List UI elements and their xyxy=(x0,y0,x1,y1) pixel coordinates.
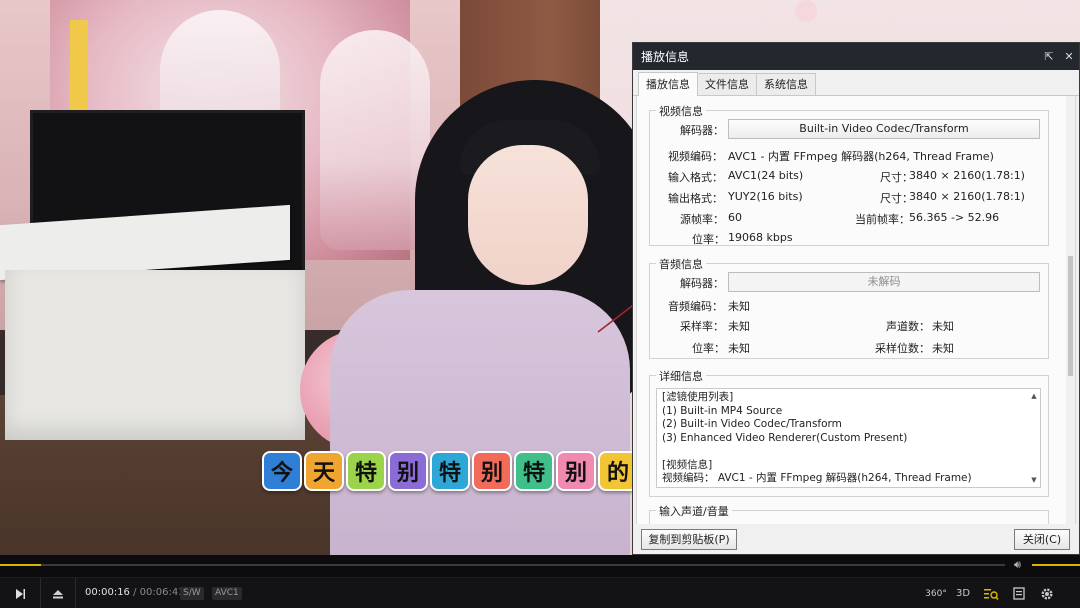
scroll-up-icon[interactable]: ▲ xyxy=(1029,390,1039,404)
tab-system-info[interactable]: 系统信息 xyxy=(756,73,816,95)
tab-playback-info[interactable]: 播放信息 xyxy=(638,72,698,96)
detail-line: [视频信息] xyxy=(662,458,713,471)
subtitle-char: 天 xyxy=(304,451,344,491)
video-info-title: 视频信息 xyxy=(656,103,706,119)
detail-scrollbar[interactable]: ▲ ▼ xyxy=(1029,390,1039,486)
panel-tabs: 播放信息 文件信息 系统信息 xyxy=(633,70,1079,96)
close-button[interactable]: 关闭(C) xyxy=(1014,529,1070,550)
time-separator: / xyxy=(133,587,137,598)
detail-line: (1) Built-in MP4 Source xyxy=(662,404,783,417)
video-codec-label: 视频编码： xyxy=(668,150,723,163)
audio-info-group: 音频信息 解码器： 未解码 音频编码： 未知 采样率： 未知 声道数： 未知 位… xyxy=(649,256,1049,359)
subtitle-char: 特 xyxy=(430,451,470,491)
source-fps-label: 源帧率： xyxy=(680,213,724,226)
channels-label: 声道数： xyxy=(886,320,930,333)
panel-titlebar[interactable]: 播放信息 ⇱ ✕ xyxy=(633,43,1079,70)
output-format-value: YUY2(16 bits) xyxy=(728,190,803,203)
audio-bitrate-label: 位率： xyxy=(692,342,725,355)
playlist-button[interactable] xyxy=(1006,578,1032,608)
input-size-value: 3840 × 2160(1.78:1) xyxy=(909,169,1025,182)
panel-content: 视频信息 解码器： Built-in Video Codec/Transform… xyxy=(636,96,1076,526)
copy-to-clipboard-button[interactable]: 复制到剪贴板(P) xyxy=(641,529,737,550)
audio-info-title: 音频信息 xyxy=(656,256,706,272)
scroll-down-icon[interactable]: ▼ xyxy=(1029,474,1039,488)
video-decoder-button[interactable]: Built-in Video Codec/Transform xyxy=(728,119,1040,139)
subtitle-char: 别 xyxy=(472,451,512,491)
output-format-label: 输出格式： xyxy=(668,192,723,205)
sample-rate-label: 采样率： xyxy=(680,320,724,333)
tab-file-info[interactable]: 文件信息 xyxy=(697,73,757,95)
subtitle-char: 特 xyxy=(346,451,386,491)
gear-icon xyxy=(1041,587,1053,600)
detail-line: (3) Enhanced Video Renderer(Custom Prese… xyxy=(662,431,908,444)
audio-decoder-button: 未解码 xyxy=(728,272,1040,292)
settings-button[interactable] xyxy=(1034,578,1060,608)
play-icon xyxy=(16,588,25,599)
360-label: 360° xyxy=(925,588,947,599)
seek-bar[interactable] xyxy=(0,564,1005,566)
seek-progress xyxy=(0,564,42,566)
person-face xyxy=(468,145,588,285)
audio-bitrate-value: 未知 xyxy=(728,342,750,355)
video-bitrate-value: 19068 kbps xyxy=(728,231,793,244)
subtitle-char: 别 xyxy=(388,451,428,491)
video-codec-value: AVC1 - 内置 FFmpeg 解码器(h264, Thread Frame) xyxy=(728,150,994,163)
detail-info-title: 详细信息 xyxy=(656,368,706,384)
panel-scrollbar[interactable] xyxy=(1066,96,1075,526)
subtitle: 今天特别特别特别的 xyxy=(262,451,638,493)
sample-rate-value: 未知 xyxy=(728,320,750,333)
detail-text-area[interactable]: [滤镜使用列表] (1) Built-in MP4 Source (2) Bui… xyxy=(656,388,1041,488)
vr-360-button[interactable]: 360° xyxy=(922,578,950,608)
output-size-value: 3840 × 2160(1.78:1) xyxy=(909,190,1025,203)
audio-decoder-label: 解码器： xyxy=(680,277,724,290)
video-decoder-label: 解码器： xyxy=(680,124,724,137)
volume-icon[interactable]: 🔊︎ xyxy=(1014,558,1021,572)
input-format-value: AVC1(24 bits) xyxy=(728,169,804,182)
current-time: 00:00:16 xyxy=(85,587,130,598)
total-time: 00:06:43 xyxy=(139,587,185,598)
audio-codec-label: 音频编码： xyxy=(668,300,723,313)
person-sweater xyxy=(330,290,630,555)
channels-value: 未知 xyxy=(932,320,954,333)
video-bitrate-label: 位率： xyxy=(692,233,725,246)
info-search-icon xyxy=(984,588,999,600)
playlist-icon xyxy=(1013,587,1025,600)
bit-depth-label: 采样位数： xyxy=(875,342,930,355)
detail-line: [滤镜使用列表] xyxy=(662,391,734,403)
decode-mode-tag[interactable]: S/W xyxy=(180,587,204,600)
current-fps-value: 56.365 -> 52.96 xyxy=(909,211,1000,224)
3d-button[interactable]: 3D xyxy=(951,578,975,608)
audio-codec-value: 未知 xyxy=(728,300,750,313)
volume-slider[interactable] xyxy=(1032,564,1080,566)
3d-label: 3D xyxy=(955,588,971,599)
input-format-label: 输入格式： xyxy=(668,171,723,184)
codec-tag[interactable]: AVC1 xyxy=(212,587,242,600)
detail-line xyxy=(662,445,1035,459)
video-info-group: 视频信息 解码器： Built-in Video Codec/Transform… xyxy=(649,103,1049,246)
foam-box xyxy=(5,270,305,440)
input-channel-title: 输入声道/音量 xyxy=(656,503,732,519)
subtitle-char: 别 xyxy=(556,451,596,491)
playback-info-button[interactable] xyxy=(978,578,1004,608)
play-button[interactable] xyxy=(0,578,40,608)
close-icon[interactable]: ✕ xyxy=(1059,50,1079,63)
panel-title: 播放信息 xyxy=(641,50,690,64)
eject-button[interactable] xyxy=(41,578,75,608)
subtitle-char: 今 xyxy=(262,451,302,491)
time-display: 00:00:16 / 00:06:43 xyxy=(85,587,185,598)
pin-icon[interactable]: ⇱ xyxy=(1039,50,1059,63)
current-fps-label: 当前帧率： xyxy=(855,213,910,226)
playback-info-panel: 播放信息 ⇱ ✕ 播放信息 文件信息 系统信息 视频信息 解码器： Built-… xyxy=(632,42,1080,555)
bit-depth-value: 未知 xyxy=(932,342,954,355)
eject-icon xyxy=(53,589,63,598)
detail-line: (2) Built-in Video Codec/Transform xyxy=(662,418,842,430)
source-fps-value: 60 xyxy=(728,211,742,224)
control-bar: 00:00:16 / 00:06:43 S/W AVC1 360° 3D xyxy=(0,577,1080,608)
panel-footer: 复制到剪贴板(P) 关闭(C) xyxy=(633,524,1079,554)
seek-bar-area: 🔊︎ xyxy=(0,555,1080,577)
detail-line: 视频编码： AVC1 - 内置 FFmpeg 解码器(h264, Thread … xyxy=(662,472,972,484)
detail-info-group: 详细信息 [滤镜使用列表] (1) Built-in MP4 Source (2… xyxy=(649,368,1049,497)
subtitle-char: 特 xyxy=(514,451,554,491)
